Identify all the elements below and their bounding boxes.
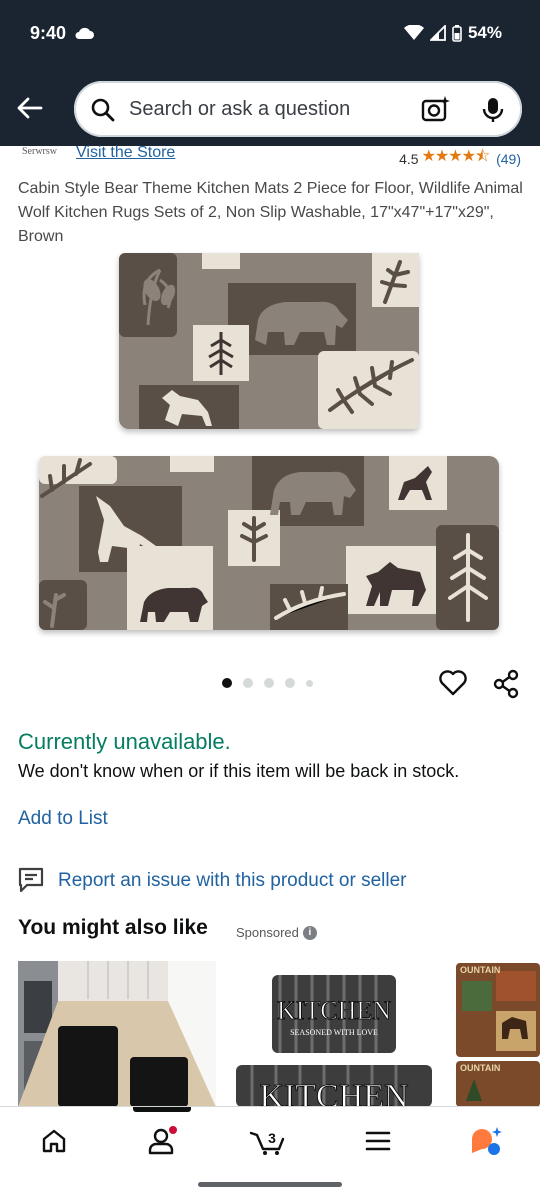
system-home-bar[interactable] [198, 1182, 342, 1187]
large-mat [39, 456, 499, 630]
home-icon [42, 1129, 66, 1153]
signal-icon [429, 25, 446, 41]
small-mat [119, 253, 419, 429]
carousel-dot[interactable] [264, 678, 274, 688]
nav-menu[interactable] [358, 1123, 398, 1159]
microphone-icon[interactable] [481, 96, 505, 124]
carousel-dot[interactable] [285, 678, 295, 688]
share-icon[interactable] [492, 669, 520, 699]
rating-count[interactable]: (49) [496, 151, 521, 167]
carousel-dot-active[interactable] [222, 678, 232, 688]
rating-value: 4.5 [399, 150, 419, 167]
recommendation-card[interactable] [18, 961, 216, 1107]
search-input[interactable]: Search or ask a question [129, 98, 350, 121]
nav-home[interactable] [34, 1123, 74, 1159]
carousel-dot[interactable] [306, 679, 313, 687]
status-right: 54% [403, 23, 502, 43]
nav-account[interactable] [142, 1123, 182, 1159]
cart-count: 3 [268, 1130, 276, 1146]
nav-cart[interactable]: 3 [248, 1123, 288, 1159]
info-icon[interactable]: i [302, 925, 317, 940]
cart-icon: 3 [249, 1130, 285, 1155]
app-header: 9:40 54% Search or ask a question [0, 0, 540, 146]
recommendation-image[interactable]: KITCHEN SEASONED WITH LOVE KITCHEN [232, 961, 440, 1107]
image-carousel-dots[interactable] [222, 678, 313, 688]
report-issue-link[interactable]: Report an issue with this product or sel… [58, 870, 407, 892]
status-bar: 9:40 54% [0, 0, 540, 68]
product-rating[interactable]: 4.5 ★★★★⯪ (49) [399, 145, 521, 172]
rec-mat-title-large: KITCHEN [259, 1078, 408, 1107]
camera-search-icon[interactable] [421, 95, 451, 123]
recommendation-image[interactable] [18, 961, 216, 1107]
battery-icon [452, 24, 462, 42]
availability-status: Currently unavailable. [18, 729, 231, 754]
status-time: 9:40 [30, 23, 67, 43]
battery-percent: 54% [467, 23, 502, 42]
nav-active-indicator [133, 1107, 191, 1112]
product-image[interactable] [0, 250, 540, 640]
rec-mat-title: KITCHEN [277, 996, 391, 1025]
cloud-icon [75, 27, 94, 39]
search-bar[interactable]: Search or ask a question [74, 81, 522, 137]
product-title: Cabin Style Bear Theme Kitchen Mats 2 Pi… [18, 180, 523, 245]
menu-icon [365, 1131, 391, 1151]
wifi-icon [403, 25, 424, 40]
recommendation-card[interactable]: KITCHEN SEASONED WITH LOVE KITCHEN [232, 961, 440, 1107]
stock-message: We don't know when or if this item will … [18, 761, 460, 781]
recommendation-image[interactable]: OUNTAIN OUNTAIN [456, 961, 540, 1107]
recommendations-heading: You might also like [18, 916, 208, 939]
rating-stars-icon: ★★★★⯪ [421, 148, 491, 165]
report-issue-icon[interactable] [18, 867, 44, 893]
recommendation-card[interactable]: OUNTAIN OUNTAIN [456, 961, 540, 1107]
visit-store-link[interactable]: Visit the Store [76, 144, 175, 162]
nav-rufus[interactable] [466, 1123, 506, 1159]
svg-text:OUNTAIN: OUNTAIN [460, 1063, 500, 1073]
rufus-assistant-icon [472, 1127, 502, 1155]
rec-mat-text: OUNTAIN [460, 965, 500, 975]
store-logo[interactable]: Serwrsw [22, 146, 57, 157]
add-to-list-link[interactable]: Add to List [18, 808, 108, 830]
sponsored-text: Sponsored [236, 925, 299, 940]
search-icon [91, 98, 115, 122]
heart-icon[interactable] [438, 669, 468, 697]
back-arrow-icon[interactable] [14, 93, 44, 123]
sponsored-label[interactable]: Sponsored i [236, 925, 317, 940]
rec-mat-subtitle: SEASONED WITH LOVE [290, 1028, 378, 1037]
account-icon [148, 1126, 177, 1155]
carousel-dot[interactable] [243, 678, 253, 688]
